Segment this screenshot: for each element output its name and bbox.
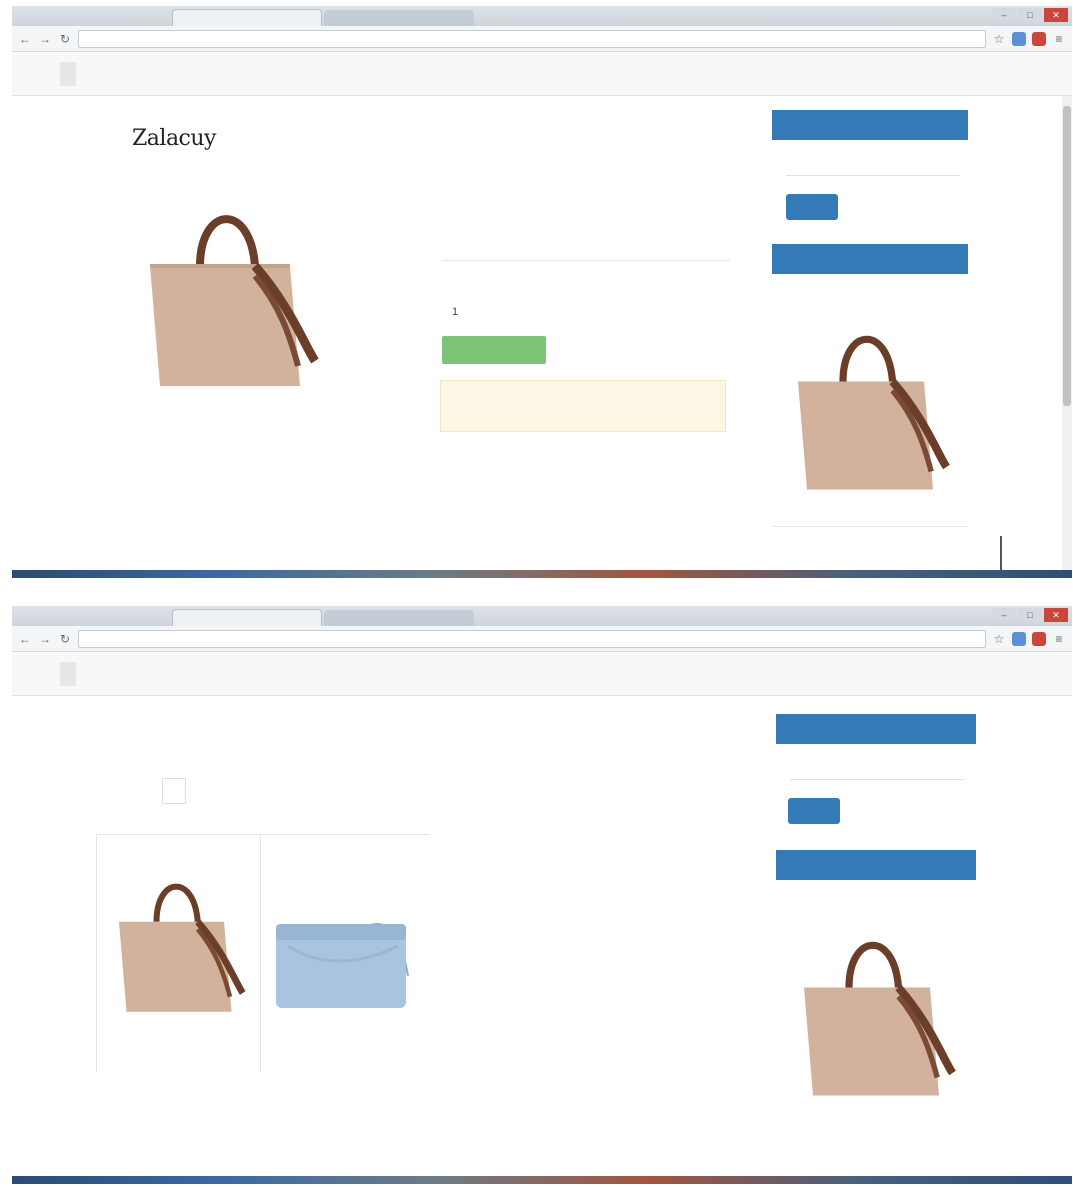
forward-arrow-icon[interactable]: →	[38, 632, 52, 646]
maximize-icon[interactable]: □	[1018, 608, 1042, 622]
nav-item-active[interactable]	[60, 661, 76, 686]
minimize-icon[interactable]: –	[992, 608, 1016, 622]
scrollbar-thumb[interactable]	[1063, 106, 1071, 406]
taskbar	[12, 1176, 1072, 1184]
close-icon[interactable]: ✕	[1044, 608, 1068, 622]
search-go-button[interactable]	[786, 194, 838, 220]
window-controls: – □ ✕	[992, 8, 1068, 22]
star-icon[interactable]: ☆	[992, 632, 1006, 646]
maximize-icon[interactable]: □	[1018, 8, 1042, 22]
browser-tab-active[interactable]	[172, 609, 322, 626]
reload-icon[interactable]: ↻	[58, 32, 72, 46]
nav-item-active[interactable]	[60, 61, 76, 86]
extension-icon[interactable]	[1032, 631, 1046, 646]
promo-panel-heading	[772, 244, 968, 274]
close-icon[interactable]: ✕	[1044, 8, 1068, 22]
add-to-cart-button[interactable]	[442, 336, 546, 364]
forward-arrow-icon[interactable]: →	[38, 32, 52, 46]
search-input[interactable]	[786, 154, 960, 176]
window-controls: – □ ✕	[992, 608, 1068, 622]
filter-select[interactable]	[162, 778, 186, 804]
address-bar: ← → ↻ ☆ ≡	[12, 26, 1072, 52]
back-arrow-icon[interactable]: ←	[18, 632, 32, 646]
minimize-icon[interactable]: –	[992, 8, 1016, 22]
extension-icon[interactable]	[1012, 631, 1026, 646]
menu-icon[interactable]: ≡	[1052, 632, 1066, 646]
promo-panel-heading	[776, 850, 976, 880]
handbag-image	[804, 941, 956, 1096]
brand-logo: Zalacuy	[132, 126, 216, 151]
back-arrow-icon[interactable]: ←	[18, 32, 32, 46]
browser-tab[interactable]	[324, 610, 474, 626]
quantity-input[interactable]: 1	[446, 302, 526, 322]
divider	[772, 526, 968, 527]
taskbar	[12, 570, 1072, 578]
handbag-image	[798, 335, 950, 490]
info-alert	[440, 380, 726, 432]
browser-titlebar: – □ ✕	[12, 606, 1072, 626]
browser-tab-active[interactable]	[172, 9, 322, 26]
search-panel-heading	[776, 714, 976, 744]
divider	[442, 260, 730, 261]
screenshot-product-listing: – □ ✕ ← → ↻ ☆ ≡	[12, 606, 1072, 1184]
handbag-image	[150, 215, 319, 386]
site-navbar	[12, 652, 1072, 696]
search-panel-heading	[772, 110, 968, 140]
search-input[interactable]	[790, 758, 964, 780]
handbag-image[interactable]	[104, 868, 254, 1028]
blue-bag-image[interactable]	[268, 906, 418, 1016]
address-bar: ← → ↻ ☆ ≡	[12, 626, 1072, 652]
search-go-button[interactable]	[788, 798, 840, 824]
url-field[interactable]	[78, 29, 986, 48]
url-field[interactable]	[78, 629, 986, 648]
extension-icon[interactable]	[1032, 31, 1046, 46]
browser-tab[interactable]	[324, 10, 474, 26]
reload-icon[interactable]: ↻	[58, 632, 72, 646]
menu-icon[interactable]: ≡	[1052, 32, 1066, 46]
screenshot-product-detail: – □ ✕ ← → ↻ ☆ ≡ Zalacuy 1	[12, 6, 1072, 578]
extension-icon[interactable]	[1012, 31, 1026, 46]
browser-titlebar: – □ ✕	[12, 6, 1072, 26]
cursor-line	[1000, 536, 1002, 572]
star-icon[interactable]: ☆	[992, 32, 1006, 46]
site-navbar	[12, 52, 1072, 96]
